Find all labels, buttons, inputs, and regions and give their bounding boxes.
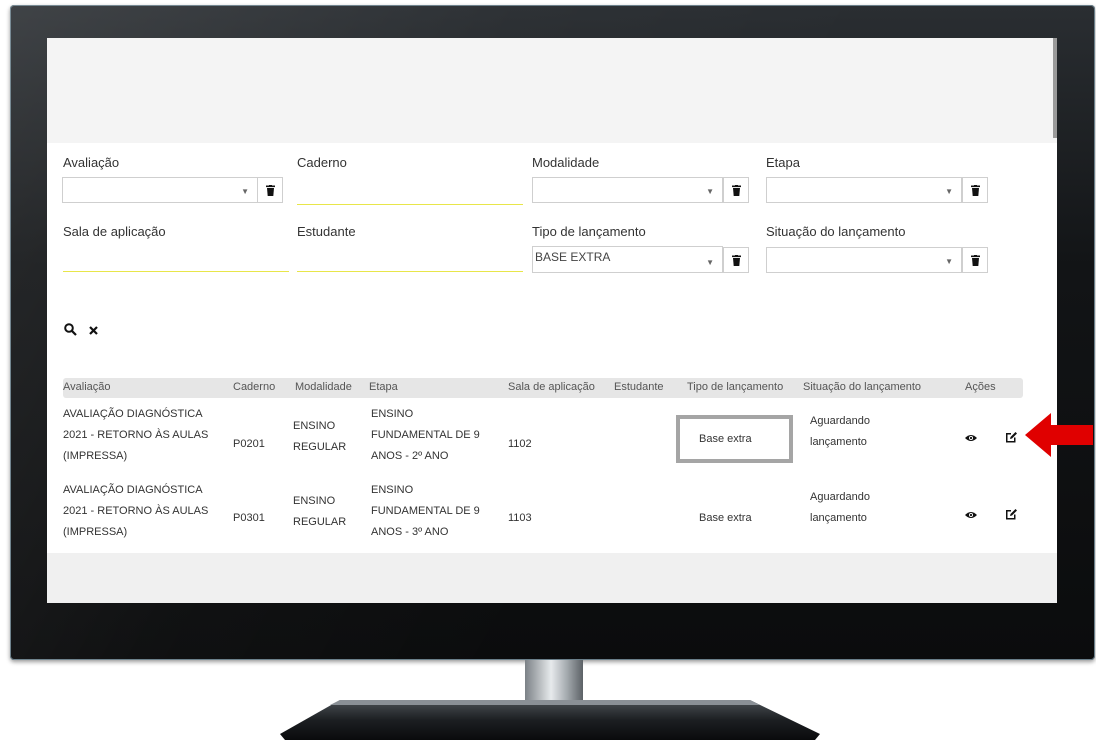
row2-etapa: ENSINO FUNDAMENTAL DE 9 ANOS - 3º ANO <box>371 482 480 541</box>
trash-icon <box>731 184 741 196</box>
cell-line: FUNDAMENTAL DE 9 <box>371 429 480 441</box>
col-avaliacao: Avaliação <box>63 381 111 393</box>
app-screen: Avaliação Caderno Modalidade Etapa ▼ ▼ ▼ <box>47 38 1057 603</box>
caret-down-icon: ▼ <box>706 258 714 267</box>
col-estudante: Estudante <box>614 381 664 393</box>
estudante-input[interactable] <box>297 271 523 272</box>
tipo-select-value: BASE EXTRA <box>535 250 611 264</box>
cell-line: REGULAR <box>293 516 347 528</box>
cell-line: ENSINO <box>293 495 336 507</box>
view-button[interactable] <box>964 508 978 527</box>
row1-situacao: Aguardando lançamento <box>810 413 870 451</box>
row1-avaliacao: AVALIAÇÃO DIAGNÓSTICA 2021 - RETORNO ÀS … <box>63 406 208 465</box>
row1-modalidade: ENSINO REGULAR <box>293 418 346 456</box>
caderno-input[interactable] <box>297 204 523 205</box>
scrollbar[interactable] <box>1053 38 1057 138</box>
row1-tipo: Base extra <box>699 433 752 445</box>
avaliacao-clear-button[interactable] <box>257 177 283 203</box>
row2-modalidade: ENSINO REGULAR <box>293 493 346 531</box>
situacao-select[interactable]: ▼ <box>766 247 962 273</box>
modalidade-label: Modalidade <box>532 155 600 170</box>
filter-panel: Avaliação Caderno Modalidade Etapa ▼ ▼ ▼ <box>47 143 1057 553</box>
monitor-frame: Avaliação Caderno Modalidade Etapa ▼ ▼ ▼ <box>10 5 1095 660</box>
search-button[interactable] <box>64 323 77 339</box>
row1-sala: 1102 <box>508 438 532 450</box>
eye-icon <box>965 435 977 441</box>
caret-down-icon: ▼ <box>945 257 953 266</box>
col-situacao: Situação do lançamento <box>803 381 922 393</box>
caderno-label: Caderno <box>297 155 347 170</box>
row2-caderno: P0301 <box>233 512 265 524</box>
sala-label: Sala de aplicação <box>63 224 166 239</box>
avaliacao-label: Avaliação <box>63 155 120 170</box>
trash-icon <box>731 254 741 266</box>
tipo-select[interactable]: BASE EXTRA ▼ <box>532 246 723 273</box>
search-icon <box>64 323 77 336</box>
col-sala: Sala de aplicação <box>508 381 595 393</box>
etapa-select[interactable]: ▼ <box>766 177 962 203</box>
trash-icon <box>970 254 980 266</box>
etapa-label: Etapa <box>766 155 800 170</box>
cell-line: 2021 - RETORNO ÀS AULAS <box>63 429 209 441</box>
cell-line: ANOS - 2º ANO <box>371 450 449 462</box>
red-arrow-pointer <box>1025 413 1093 457</box>
cell-line: 2021 - RETORNO ÀS AULAS <box>63 505 209 517</box>
modalidade-select[interactable]: ▼ <box>532 177 723 203</box>
edit-button[interactable] <box>1004 507 1018 526</box>
edit-icon <box>1006 432 1017 443</box>
eye-icon <box>965 512 977 518</box>
cell-line: REGULAR <box>293 441 347 453</box>
cell-line: (IMPRESSA) <box>63 526 128 538</box>
modalidade-clear-button[interactable] <box>723 177 749 203</box>
row1-etapa: ENSINO FUNDAMENTAL DE 9 ANOS - 2º ANO <box>371 406 480 465</box>
tipo-clear-button[interactable] <box>723 247 749 273</box>
trash-icon <box>970 184 980 196</box>
monitor-stand-base <box>280 700 820 740</box>
trash-icon <box>265 184 275 196</box>
cell-line: ENSINO <box>293 420 336 432</box>
col-modalidade: Modalidade <box>295 381 352 393</box>
view-button[interactable] <box>964 431 978 450</box>
cell-line: AVALIAÇÃO DIAGNÓSTICA <box>63 408 203 420</box>
cell-line: ENSINO <box>371 408 414 420</box>
cell-line: Aguardando <box>810 491 870 503</box>
cell-line: Aguardando <box>810 415 870 427</box>
estudante-label: Estudante <box>297 224 356 239</box>
row2-sala: 1103 <box>508 512 532 524</box>
caret-down-icon: ▼ <box>945 187 953 196</box>
col-tipo: Tipo de lançamento <box>687 381 784 393</box>
cell-line: lançamento <box>810 436 867 448</box>
cell-line: FUNDAMENTAL DE 9 <box>371 505 480 517</box>
header-area <box>47 38 1057 143</box>
sala-input[interactable] <box>63 271 289 272</box>
caret-down-icon: ▼ <box>706 187 714 196</box>
col-etapa: Etapa <box>369 381 398 393</box>
cell-line: (IMPRESSA) <box>63 450 128 462</box>
caret-down-icon: ▼ <box>241 187 249 196</box>
row2-tipo: Base extra <box>699 512 752 524</box>
col-acoes: Ações <box>965 381 996 393</box>
cell-line: lançamento <box>810 512 867 524</box>
col-caderno: Caderno <box>233 381 276 393</box>
clear-filters-button[interactable] <box>88 323 99 339</box>
row2-avaliacao: AVALIAÇÃO DIAGNÓSTICA 2021 - RETORNO ÀS … <box>63 482 208 541</box>
row2-situacao: Aguardando lançamento <box>810 489 870 527</box>
close-icon <box>89 326 98 335</box>
edit-button[interactable] <box>1004 430 1018 449</box>
cell-line: ENSINO <box>371 484 414 496</box>
footer-area <box>47 553 1057 603</box>
edit-icon <box>1006 509 1017 520</box>
cell-line: ANOS - 3º ANO <box>371 526 449 538</box>
situacao-clear-button[interactable] <box>962 247 988 273</box>
avaliacao-select[interactable]: ▼ <box>62 177 258 203</box>
cell-line: AVALIAÇÃO DIAGNÓSTICA <box>63 484 203 496</box>
etapa-clear-button[interactable] <box>962 177 988 203</box>
situacao-label: Situação do lançamento <box>766 224 906 239</box>
tipo-label: Tipo de lançamento <box>532 224 646 239</box>
row1-caderno: P0201 <box>233 438 265 450</box>
